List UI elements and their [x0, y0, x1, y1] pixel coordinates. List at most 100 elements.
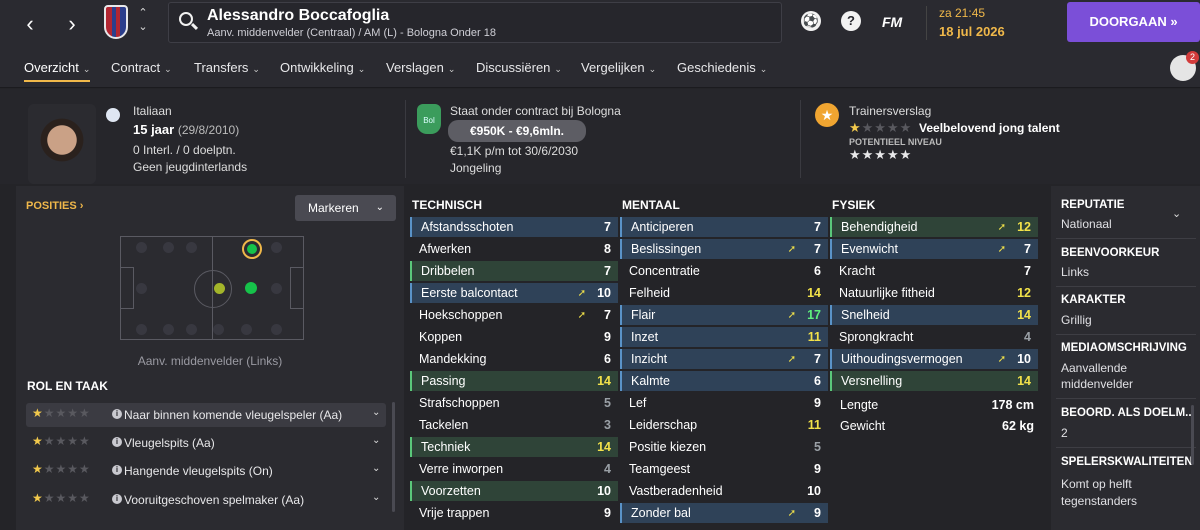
- attribute-row[interactable]: Teamgeest 9: [620, 459, 828, 479]
- tab-transfers[interactable]: Transfers ⌄: [194, 60, 260, 75]
- role-stars: ★★★★★: [32, 491, 91, 505]
- attribute-row[interactable]: Leiderschap 11: [620, 415, 828, 435]
- attribute-name: Dribbelen: [421, 264, 475, 278]
- chevron-down-icon[interactable]: ⌄: [372, 435, 380, 446]
- attribute-row[interactable]: Concentratie 6: [620, 261, 828, 281]
- role-item[interactable]: ★★★★★ i Hangende vleugelspits (On) ⌄: [26, 459, 386, 483]
- attribute-value: 3: [604, 418, 611, 432]
- tab-discussieren[interactable]: Discussiëren ⌄: [476, 60, 562, 75]
- attribute-row[interactable]: Tackelen 3: [410, 415, 618, 435]
- role-item[interactable]: ★★★★★ i Vleugelspits (Aa) ⌄: [26, 431, 386, 455]
- wage: €1,1K p/m tot 30/6/2030: [450, 144, 579, 158]
- attribute-row[interactable]: Mandekking 6: [410, 349, 618, 369]
- transfer-value[interactable]: €950K - €9,6mln.: [448, 120, 586, 142]
- attribute-row[interactable]: Verre inworpen 4: [410, 459, 618, 479]
- tab-geschiedenis[interactable]: Geschiedenis ⌄: [677, 60, 767, 75]
- back-arrow-icon[interactable]: ‹: [16, 10, 44, 38]
- attribute-row[interactable]: Natuurlijke fitheid 12: [830, 283, 1038, 303]
- player-portrait: [28, 104, 96, 184]
- attribute-row[interactable]: Hoekschoppen ➚ 7: [410, 305, 618, 325]
- mark-dropdown[interactable]: Markeren ⌄: [295, 195, 396, 221]
- attribute-row[interactable]: Kracht 7: [830, 261, 1038, 281]
- attribute-row[interactable]: Kalmte 6: [620, 371, 828, 391]
- nationality: Italiaan: [133, 104, 172, 118]
- attribute-row[interactable]: Inzet 11: [620, 327, 828, 347]
- tab-ontwikkeling[interactable]: Ontwikkeling ⌄: [280, 60, 365, 75]
- attribute-row[interactable]: Afstandsschoten 7: [410, 217, 618, 237]
- attribute-row[interactable]: Vrije trappen 9: [410, 503, 618, 523]
- pitch-left-box: [120, 267, 134, 309]
- attribute-row[interactable]: Flair ➚ 17: [620, 305, 828, 325]
- club-crest-icon[interactable]: [104, 5, 128, 39]
- attribute-name: Koppen: [419, 330, 463, 344]
- role-item[interactable]: ★★★★★ i Vooruitgeschoven spelmaker (Aa) …: [26, 488, 386, 512]
- forward-arrow-icon[interactable]: ›: [58, 10, 86, 38]
- tab-verslagen[interactable]: Verslagen ⌄: [386, 60, 455, 75]
- weight-label: Gewicht: [840, 419, 886, 433]
- positions-title[interactable]: POSITIES ›: [26, 200, 83, 212]
- chevron-down-icon[interactable]: ⌄: [1172, 207, 1181, 220]
- role-item[interactable]: ★★★★★ i Naar binnen komende vleugelspele…: [26, 403, 386, 427]
- attribute-row[interactable]: Inzicht ➚ 7: [620, 349, 828, 369]
- ball-icon[interactable]: ⚽: [801, 11, 821, 31]
- attribute-row[interactable]: Evenwicht ➚ 7: [830, 239, 1038, 259]
- attribute-row[interactable]: Versnelling 14: [830, 371, 1038, 391]
- attribute-row[interactable]: Eerste balcontact ➚ 10: [410, 283, 618, 303]
- attribute-row[interactable]: Positie kiezen 5: [620, 437, 828, 457]
- attribute-name: Flair: [631, 308, 656, 322]
- attribute-row[interactable]: Sprongkracht 4: [830, 327, 1038, 347]
- tab-label: Transfers: [194, 60, 249, 75]
- attribute-row[interactable]: Techniek 14: [410, 437, 618, 457]
- attribute-row[interactable]: Snelheid 14: [830, 305, 1038, 325]
- attribute-value: 14: [1017, 308, 1031, 322]
- position-pitch: [120, 236, 304, 340]
- attribute-row[interactable]: Zonder bal ➚ 9: [620, 503, 828, 523]
- attribute-row[interactable]: Felheid 14: [620, 283, 828, 303]
- chevron-down-icon[interactable]: ⌄: [372, 463, 380, 474]
- attribute-row[interactable]: Voorzetten 10: [410, 481, 618, 501]
- info-icon: i: [112, 409, 122, 419]
- attribute-value: 7: [604, 264, 611, 278]
- tab-contract[interactable]: Contract ⌄: [111, 60, 172, 75]
- attribute-row[interactable]: Afwerken 8: [410, 239, 618, 259]
- attribute-name: Behendigheid: [841, 220, 918, 234]
- attribute-name: Strafschoppen: [419, 396, 500, 410]
- attribute-row[interactable]: Koppen 9: [410, 327, 618, 347]
- attribute-row[interactable]: Anticiperen 7: [620, 217, 828, 237]
- position-dot: [163, 242, 174, 253]
- attribute-name: Zonder bal: [631, 506, 691, 520]
- fm-logo[interactable]: FM: [882, 14, 902, 30]
- tab-vergelijken[interactable]: Vergelijken ⌄: [581, 60, 656, 75]
- media-line2: middenvelder: [1061, 377, 1134, 391]
- search-icon[interactable]: [179, 12, 193, 26]
- attribute-value: 6: [814, 374, 821, 388]
- help-icon[interactable]: ?: [841, 11, 861, 31]
- player-search-box[interactable]: Alessandro Boccafoglia Aanv. middenvelde…: [168, 2, 782, 43]
- attribute-name: Hoekschoppen: [419, 308, 503, 322]
- sidebar-scrollbar[interactable]: [1191, 405, 1194, 465]
- tab-overzicht[interactable]: Overzicht ⌄: [24, 60, 91, 82]
- attribute-row[interactable]: Beslissingen ➚ 7: [620, 239, 828, 259]
- attribute-row[interactable]: Uithoudingsvermogen ➚ 10: [830, 349, 1038, 369]
- attribute-value: 6: [814, 264, 821, 278]
- chevron-down-icon[interactable]: ⌄: [372, 492, 380, 503]
- attribute-row[interactable]: Dribbelen 7: [410, 261, 618, 281]
- notifications-icon[interactable]: 2: [1170, 51, 1199, 81]
- attribute-row[interactable]: Vastberadenheid 10: [620, 481, 828, 501]
- position-dot: [271, 242, 282, 253]
- position-dot: [213, 324, 224, 335]
- chevron-down-icon[interactable]: ⌄: [372, 407, 380, 418]
- attribute-row[interactable]: Strafschoppen 5: [410, 393, 618, 413]
- attribute-row[interactable]: Passing 14: [410, 371, 618, 391]
- continue-button[interactable]: DOORGAAN »: [1067, 2, 1200, 42]
- attribute-value: 14: [597, 374, 611, 388]
- game-date: za 21:45 18 jul 2026: [926, 6, 1005, 40]
- roles-scrollbar[interactable]: [392, 402, 395, 512]
- position-dot: [271, 324, 282, 335]
- attribute-value: 9: [604, 330, 611, 344]
- attribute-row[interactable]: Lef 9: [620, 393, 828, 413]
- attribute-name: Snelheid: [841, 308, 890, 322]
- attribute-row[interactable]: Behendigheid ➚ 12: [830, 217, 1038, 237]
- player-switch-icon[interactable]: ⌃ ⌄: [136, 6, 150, 34]
- attribute-name: Evenwicht: [841, 242, 898, 256]
